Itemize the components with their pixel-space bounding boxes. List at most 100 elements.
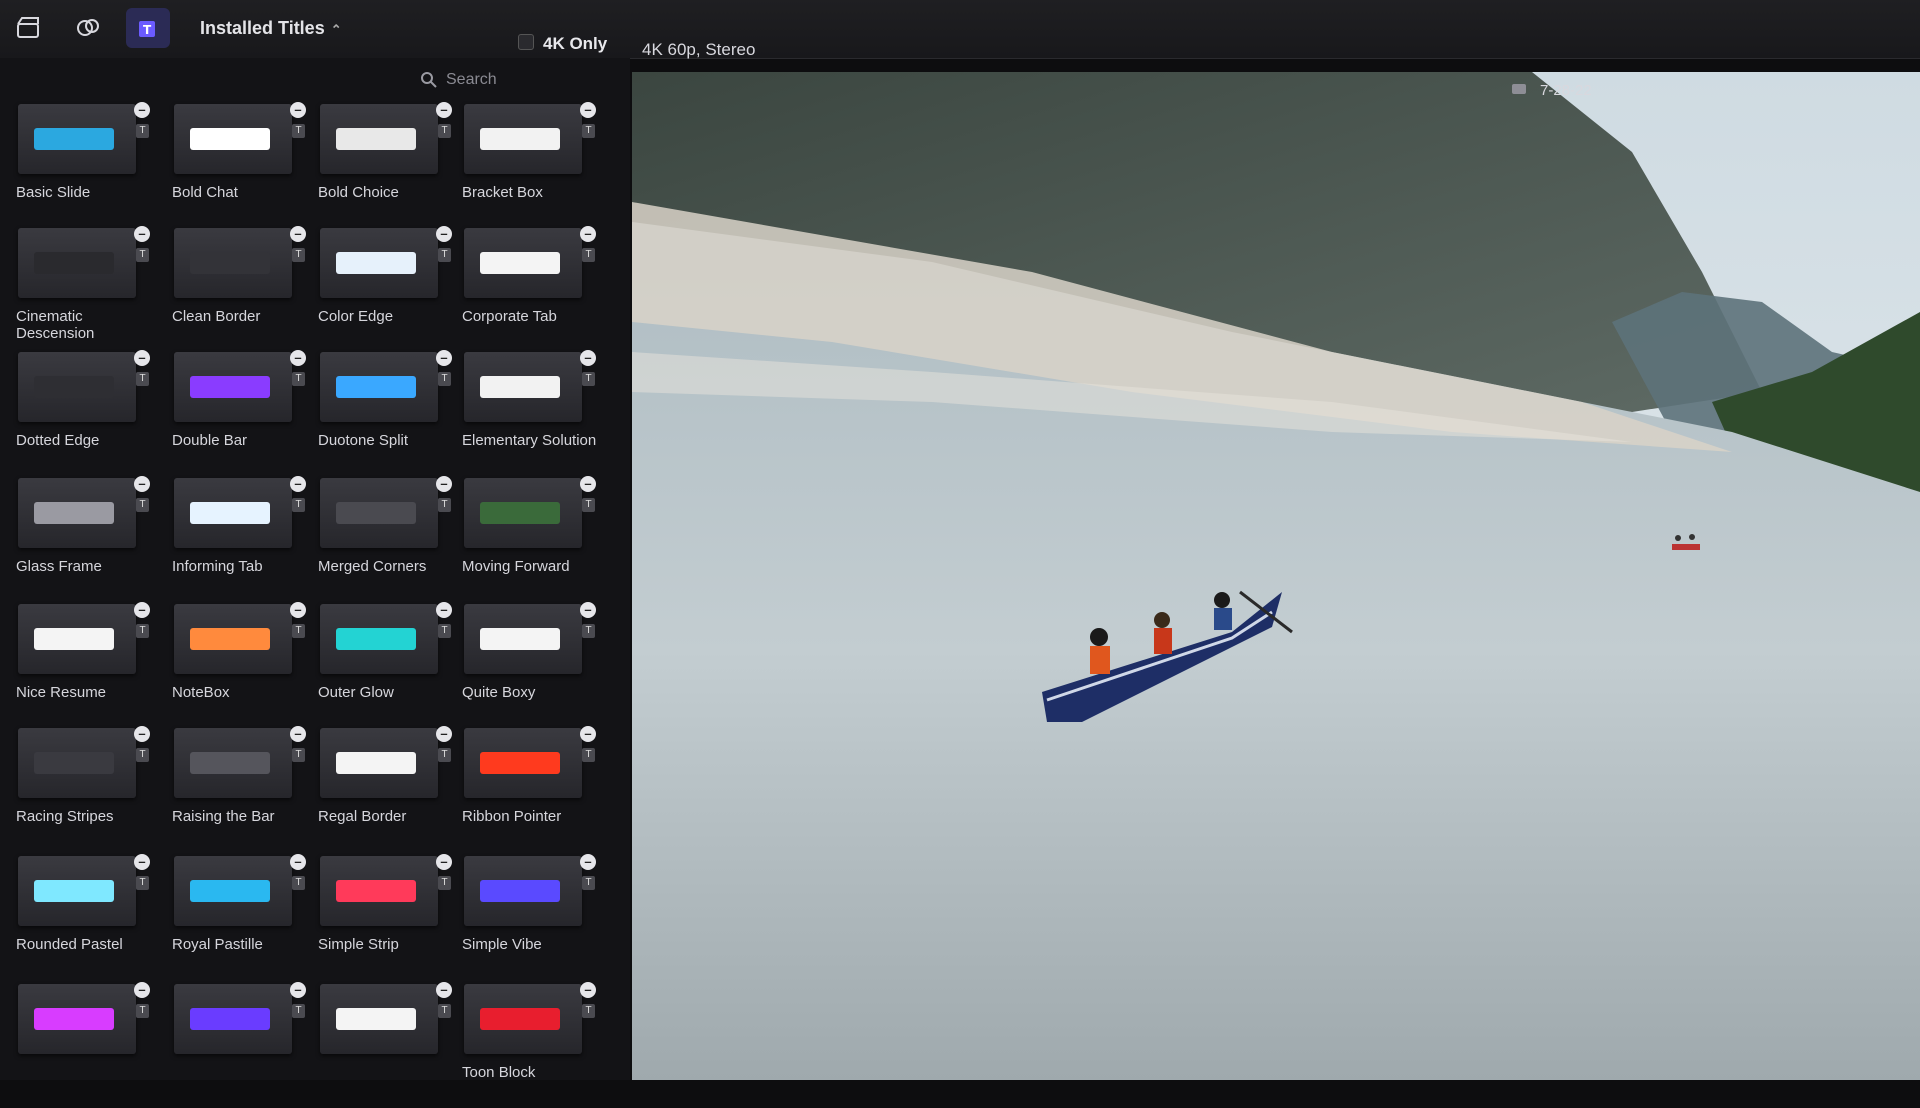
search-icon — [421, 72, 437, 88]
title-tile[interactable]: – T Bracket Box — [458, 102, 606, 228]
title-tile[interactable]: – T — [168, 982, 316, 1108]
remove-icon[interactable]: – — [436, 226, 452, 242]
remove-icon[interactable]: – — [134, 726, 150, 742]
remove-icon[interactable]: – — [580, 982, 596, 998]
text-badge-icon: T — [292, 624, 305, 638]
remove-icon[interactable]: – — [436, 350, 452, 366]
title-tile[interactable]: – T Ribbon Pointer — [458, 726, 606, 852]
thumbnail-bar — [190, 252, 270, 274]
title-tile[interactable]: – T Dotted Edge — [12, 350, 160, 476]
text-badge-icon: T — [582, 124, 595, 138]
title-tile[interactable]: – T Bold Chat — [168, 102, 316, 228]
title-tile[interactable]: – T Informing Tab — [168, 476, 316, 602]
photos-audio-icon[interactable] — [66, 8, 110, 48]
title-tile[interactable]: – T Rounded Pastel — [12, 854, 160, 980]
remove-icon[interactable]: – — [436, 982, 452, 998]
title-tile[interactable]: – T Bold Choice — [314, 102, 462, 228]
title-tile[interactable]: – T Simple Strip — [314, 854, 462, 980]
remove-icon[interactable]: – — [134, 226, 150, 242]
title-label: Informing Tab — [172, 558, 263, 575]
title-tile[interactable]: – T Cinematic Descension — [12, 226, 160, 352]
remove-icon[interactable]: – — [580, 854, 596, 870]
titles-grid: – T Basic Slide – T Bold Chat – T Bold Choice – T B… — [12, 102, 624, 1081]
title-label: Corporate Tab — [462, 308, 557, 325]
thumbnail-bar — [480, 880, 560, 902]
title-thumbnail — [174, 856, 292, 926]
remove-icon[interactable]: – — [436, 854, 452, 870]
remove-icon[interactable]: – — [290, 102, 306, 118]
clapper-icon[interactable] — [6, 8, 50, 48]
remove-icon[interactable]: – — [134, 350, 150, 366]
title-tile[interactable]: – T Double Bar — [168, 350, 316, 476]
title-tile[interactable]: – T Royal Pastille — [168, 854, 316, 980]
remove-icon[interactable]: – — [290, 476, 306, 492]
title-tile[interactable]: – T Toon Block — [458, 982, 606, 1108]
title-label: Toon Block — [462, 1064, 536, 1081]
thumbnail-bar — [480, 376, 560, 398]
remove-icon[interactable]: – — [580, 226, 596, 242]
title-label: Basic Slide — [16, 184, 91, 201]
remove-icon[interactable]: – — [290, 982, 306, 998]
remove-icon[interactable]: – — [290, 226, 306, 242]
title-tile[interactable]: – T — [314, 982, 462, 1108]
title-tile[interactable]: – T Clean Border — [168, 226, 316, 352]
title-label: Simple Strip — [318, 936, 399, 953]
title-tile[interactable]: – T Racing Stripes — [12, 726, 160, 852]
remove-icon[interactable]: – — [436, 102, 452, 118]
title-tile[interactable]: – T NoteBox — [168, 602, 316, 728]
title-label: NoteBox — [172, 684, 230, 701]
title-label: Merged Corners — [318, 558, 427, 575]
remove-icon[interactable]: – — [290, 350, 306, 366]
title-thumbnail — [18, 984, 136, 1054]
thumbnail-bar — [190, 1008, 270, 1030]
remove-icon[interactable]: – — [134, 102, 150, 118]
title-tile[interactable]: – T Quite Boxy — [458, 602, 606, 728]
remove-icon[interactable]: – — [580, 350, 596, 366]
remove-icon[interactable]: – — [290, 854, 306, 870]
remove-icon[interactable]: – — [580, 102, 596, 118]
title-label: Bracket Box — [462, 184, 543, 201]
text-badge-icon: T — [292, 876, 305, 890]
thumbnail-bar — [34, 628, 114, 650]
remove-icon[interactable]: – — [436, 602, 452, 618]
title-tile[interactable]: – T Nice Resume — [12, 602, 160, 728]
remove-icon[interactable]: – — [580, 602, 596, 618]
title-tile[interactable]: – T Outer Glow — [314, 602, 462, 728]
remove-icon[interactable]: – — [580, 476, 596, 492]
calendar-icon — [1512, 84, 1526, 94]
text-badge-icon: T — [136, 498, 149, 512]
titles-generators-icon[interactable]: T — [126, 8, 170, 48]
remove-icon[interactable]: – — [134, 982, 150, 998]
text-badge-icon: T — [582, 624, 595, 638]
title-thumbnail — [320, 604, 438, 674]
remove-icon[interactable]: – — [290, 726, 306, 742]
title-tile[interactable]: – T Simple Vibe — [458, 854, 606, 980]
title-tile[interactable]: – T Glass Frame — [12, 476, 160, 602]
title-tile[interactable]: – T Duotone Split — [314, 350, 462, 476]
title-tile[interactable]: – T Merged Corners — [314, 476, 462, 602]
title-thumbnail — [18, 856, 136, 926]
remove-icon[interactable]: – — [580, 726, 596, 742]
thumbnail-bar — [480, 128, 560, 150]
text-badge-icon: T — [292, 748, 305, 762]
title-tile[interactable]: – T — [12, 982, 160, 1108]
remove-icon[interactable]: – — [134, 602, 150, 618]
title-thumbnail — [320, 984, 438, 1054]
title-tile[interactable]: – T Elementary Solution — [458, 350, 606, 476]
remove-icon[interactable]: – — [436, 726, 452, 742]
remove-icon[interactable]: – — [436, 476, 452, 492]
remove-icon[interactable]: – — [290, 602, 306, 618]
fourk-only-checkbox[interactable] — [518, 34, 534, 50]
browser-title-popup[interactable]: Installed Titles ⌃ — [200, 18, 342, 39]
title-thumbnail — [464, 728, 582, 798]
remove-icon[interactable]: – — [134, 854, 150, 870]
search-field[interactable]: Search — [420, 66, 620, 94]
title-tile[interactable]: – T Color Edge — [314, 226, 462, 352]
title-tile[interactable]: – T Basic Slide — [12, 102, 160, 228]
title-tile[interactable]: – T Moving Forward — [458, 476, 606, 602]
title-tile[interactable]: – T Corporate Tab — [458, 226, 606, 352]
title-tile[interactable]: – T Raising the Bar — [168, 726, 316, 852]
viewer-canvas[interactable] — [632, 72, 1920, 1080]
remove-icon[interactable]: – — [134, 476, 150, 492]
title-tile[interactable]: – T Regal Border — [314, 726, 462, 852]
